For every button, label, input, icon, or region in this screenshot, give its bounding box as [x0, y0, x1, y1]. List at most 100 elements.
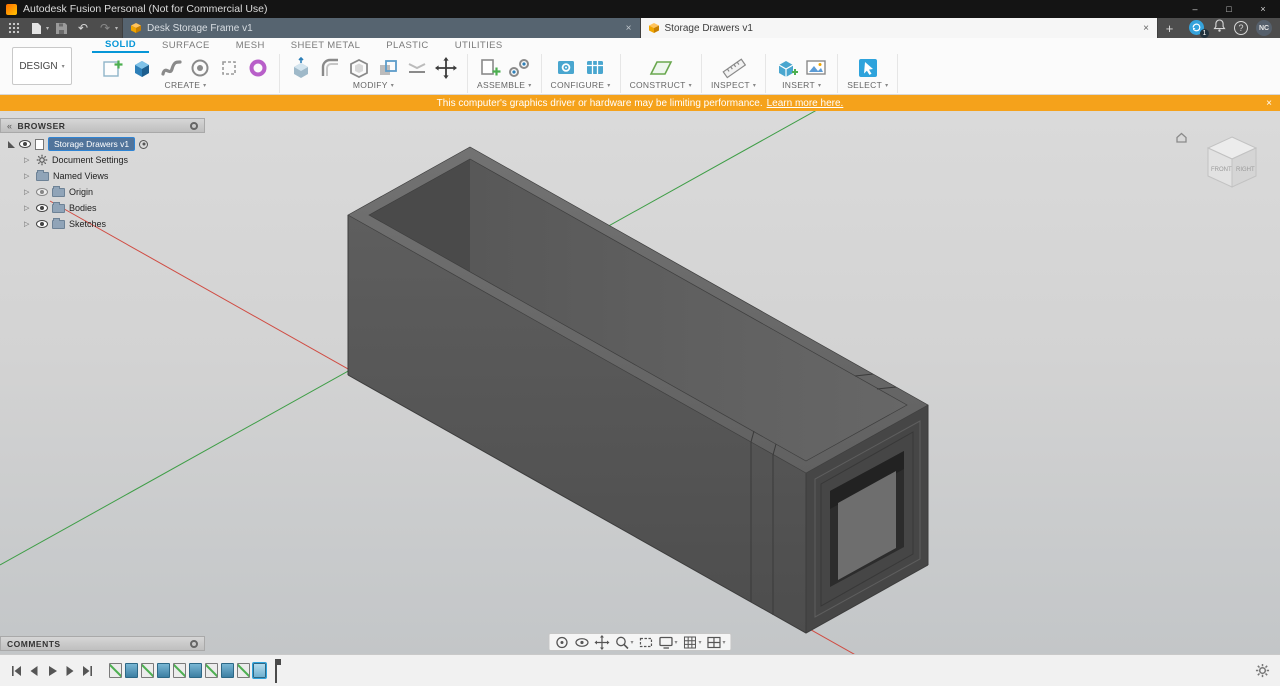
extrude-icon[interactable] — [130, 56, 154, 80]
browser-root-row[interactable]: Storage Drawers v1 — [0, 136, 205, 152]
shell-icon[interactable] — [347, 56, 371, 80]
group-label[interactable]: MODIFY — [353, 80, 388, 90]
timeline-feature-extrude[interactable] — [221, 663, 234, 678]
visibility-eye-icon[interactable] — [36, 188, 48, 196]
timeline-feature-sketch[interactable] — [237, 663, 250, 678]
timeline-position-marker[interactable] — [272, 659, 280, 683]
panel-handle-icon[interactable] — [190, 122, 198, 130]
expander-icon[interactable]: ▷ — [24, 156, 32, 164]
construction-plane-icon[interactable] — [649, 56, 673, 80]
group-label[interactable]: SELECT — [847, 80, 882, 90]
tab-solid[interactable]: SOLID — [92, 38, 149, 53]
box-primitive-icon[interactable] — [217, 56, 241, 80]
orbit-icon[interactable] — [552, 634, 571, 650]
notifications-bell-icon[interactable] — [1213, 19, 1226, 38]
view-cube[interactable]: FRONT RIGHT — [1192, 125, 1272, 205]
display-settings-icon[interactable]: ▾ — [656, 634, 679, 650]
visibility-eye-icon[interactable] — [36, 204, 48, 212]
fillet-icon[interactable] — [318, 56, 342, 80]
joint-icon[interactable] — [507, 56, 531, 80]
browser-item-label[interactable]: Origin — [69, 187, 93, 197]
file-menu-caret-icon[interactable]: ▾ — [46, 25, 49, 32]
pan-icon[interactable] — [592, 634, 611, 650]
browser-item-named-views[interactable]: ▷ Named Views — [0, 168, 205, 184]
job-status-button[interactable]: 1 — [1189, 20, 1205, 36]
comments-header[interactable]: COMMENTS — [0, 636, 205, 651]
press-pull-icon[interactable] — [289, 56, 313, 80]
configuration-table-icon[interactable] — [583, 56, 607, 80]
timeline-feature-extrude[interactable] — [157, 663, 170, 678]
panel-handle-icon[interactable] — [190, 640, 198, 648]
new-component-icon[interactable] — [478, 56, 502, 80]
split-body-icon[interactable] — [405, 56, 429, 80]
group-label[interactable]: CONFIGURE — [551, 80, 605, 90]
redo-icon[interactable]: ↷ — [95, 19, 115, 37]
timeline-feature-sketch[interactable] — [141, 663, 154, 678]
timeline-go-to-end-button[interactable] — [80, 663, 95, 678]
browser-item-origin[interactable]: ▷ Origin — [0, 184, 205, 200]
zoom-icon[interactable]: ▾ — [612, 634, 635, 650]
expander-icon[interactable]: ▷ — [24, 172, 32, 180]
tab-close-icon[interactable]: × — [626, 23, 632, 34]
timeline-play-button[interactable] — [44, 663, 59, 678]
file-menu-icon[interactable] — [26, 19, 46, 37]
timeline-feature-sketch[interactable] — [109, 663, 122, 678]
move-copy-icon[interactable] — [434, 56, 458, 80]
browser-item-label[interactable]: Named Views — [53, 171, 108, 181]
new-tab-button[interactable]: + — [1157, 18, 1181, 38]
configure-icon[interactable] — [554, 56, 578, 80]
timeline-feature-extrude[interactable] — [189, 663, 202, 678]
browser-item-document-settings[interactable]: ▷ Document Settings — [0, 152, 205, 168]
close-button[interactable]: × — [1246, 0, 1280, 18]
visibility-eye-icon[interactable] — [19, 140, 31, 148]
group-label[interactable]: CREATE — [165, 80, 201, 90]
data-panel-grid-icon[interactable] — [4, 19, 24, 37]
browser-root-label[interactable]: Storage Drawers v1 — [48, 137, 135, 151]
browser-item-bodies[interactable]: ▷ Bodies — [0, 200, 205, 216]
browser-header[interactable]: « BROWSER — [0, 118, 205, 133]
timeline-step-forward-button[interactable] — [62, 663, 77, 678]
help-icon[interactable]: ? — [1234, 21, 1248, 35]
user-avatar[interactable]: NC — [1256, 20, 1272, 36]
save-icon[interactable] — [51, 19, 71, 37]
timeline-feature-extrude[interactable] — [125, 663, 138, 678]
banner-close-icon[interactable]: × — [1266, 98, 1272, 109]
document-tab-desk-storage-frame[interactable]: Desk Storage Frame v1 × — [122, 18, 639, 38]
home-view-icon[interactable] — [1175, 131, 1188, 149]
modeling-viewport[interactable]: « BROWSER Storage Drawers v1 ▷ Document … — [0, 111, 1280, 654]
workspace-selector[interactable]: DESIGN ▾ — [12, 47, 72, 85]
look-at-icon[interactable] — [572, 634, 591, 650]
tab-close-icon[interactable]: × — [1143, 23, 1149, 34]
minimize-button[interactable]: – — [1178, 0, 1212, 18]
group-label[interactable]: INSERT — [782, 80, 815, 90]
coil-icon[interactable] — [246, 56, 270, 80]
expander-icon[interactable]: ▷ — [24, 188, 32, 196]
timeline-go-to-start-button[interactable] — [8, 663, 23, 678]
sweep-icon[interactable] — [159, 56, 183, 80]
activate-component-radio[interactable] — [139, 140, 148, 149]
timeline-feature-sketch[interactable] — [173, 663, 186, 678]
expander-icon[interactable]: ▷ — [24, 220, 32, 228]
group-label[interactable]: CONSTRUCT — [630, 80, 686, 90]
tab-plastic[interactable]: PLASTIC — [373, 38, 441, 53]
tab-sheet-metal[interactable]: SHEET METAL — [278, 38, 374, 53]
revolve-icon[interactable] — [188, 56, 212, 80]
viewports-icon[interactable]: ▾ — [705, 634, 728, 650]
fit-view-icon[interactable] — [636, 634, 655, 650]
group-label[interactable]: ASSEMBLE — [477, 80, 525, 90]
browser-item-label[interactable]: Bodies — [69, 203, 97, 213]
visibility-eye-icon[interactable] — [36, 220, 48, 228]
learn-more-link[interactable]: Learn more here. — [767, 98, 844, 109]
collapse-panel-icon[interactable]: « — [7, 121, 13, 131]
undo-icon[interactable]: ↶ — [73, 19, 93, 37]
select-cursor-icon[interactable] — [856, 56, 880, 80]
document-tab-storage-drawers[interactable]: Storage Drawers v1 × — [640, 18, 1157, 38]
timeline-settings-gear-icon[interactable] — [1255, 663, 1270, 683]
measure-icon[interactable] — [722, 56, 746, 80]
storage-drawers-body[interactable] — [348, 147, 928, 633]
grid-settings-icon[interactable]: ▾ — [681, 634, 704, 650]
combine-icon[interactable] — [376, 56, 400, 80]
group-label[interactable]: INSPECT — [711, 80, 750, 90]
browser-item-label[interactable]: Document Settings — [52, 155, 128, 165]
tab-surface[interactable]: SURFACE — [149, 38, 223, 53]
